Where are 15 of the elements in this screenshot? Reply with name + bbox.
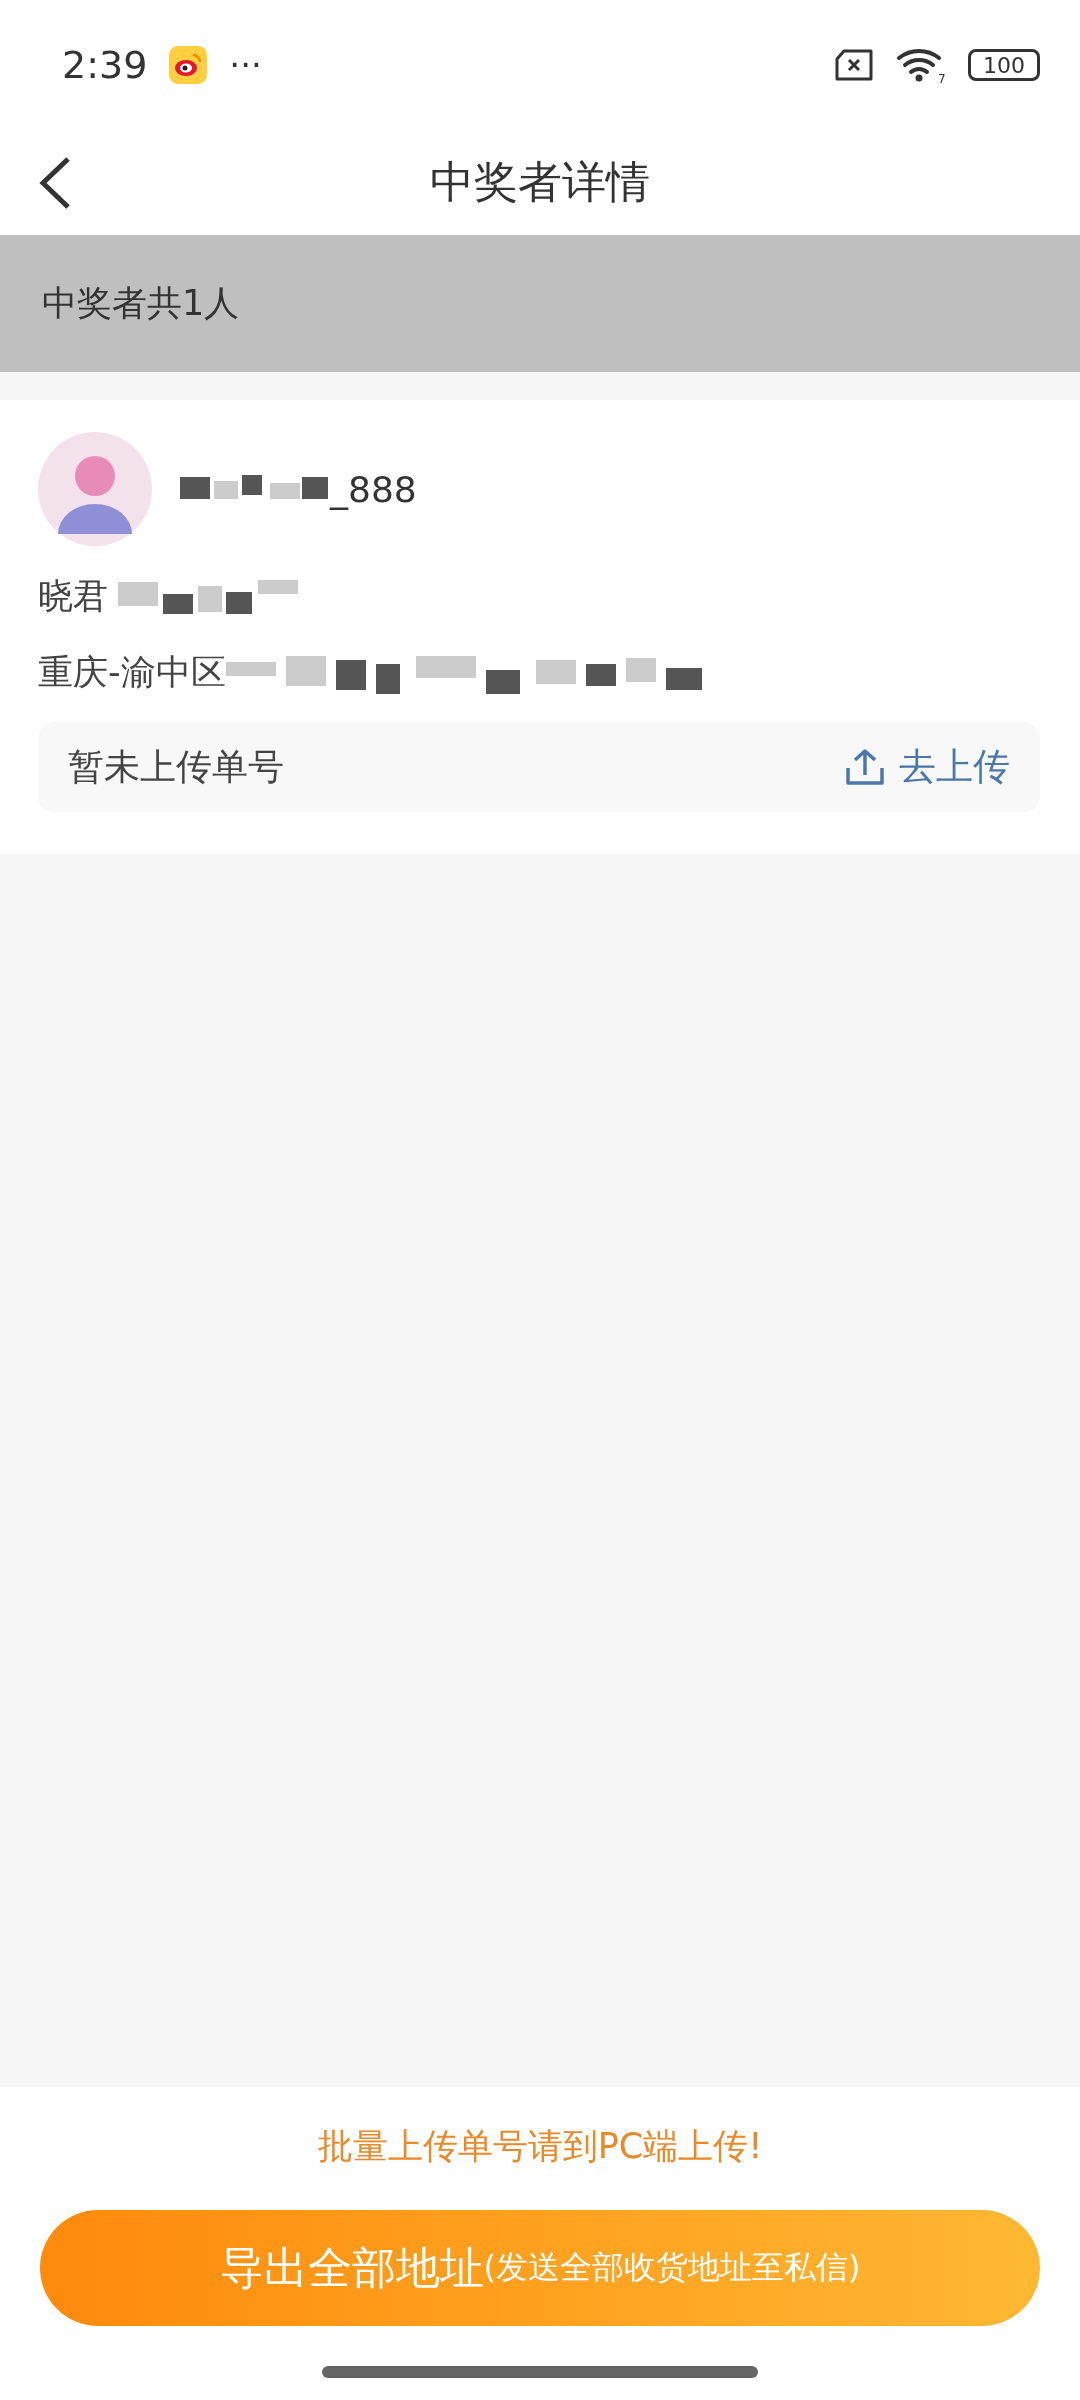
summary-banner: 中奖者共1人 xyxy=(0,235,1080,372)
page-title: 中奖者详情 xyxy=(430,155,650,209)
more-notifications: ··· xyxy=(229,45,262,85)
recipient-address: 重庆-渝中区 xyxy=(38,650,226,694)
app-notification-icon xyxy=(169,46,208,84)
clock-time: 2:39 xyxy=(62,43,148,87)
tracking-status: 暂未上传单号 xyxy=(68,744,284,789)
battery-indicator: 100 xyxy=(968,49,1040,81)
recipient-name: 晓君 xyxy=(38,574,108,618)
back-icon xyxy=(38,156,72,210)
upload-button[interactable]: 去上传 xyxy=(845,742,1010,792)
no-sim-icon xyxy=(834,49,874,81)
username: _888 xyxy=(330,468,417,510)
upload-icon xyxy=(845,748,885,786)
batch-upload-hint: 批量上传单号请到PC端上传! xyxy=(317,2125,763,2168)
